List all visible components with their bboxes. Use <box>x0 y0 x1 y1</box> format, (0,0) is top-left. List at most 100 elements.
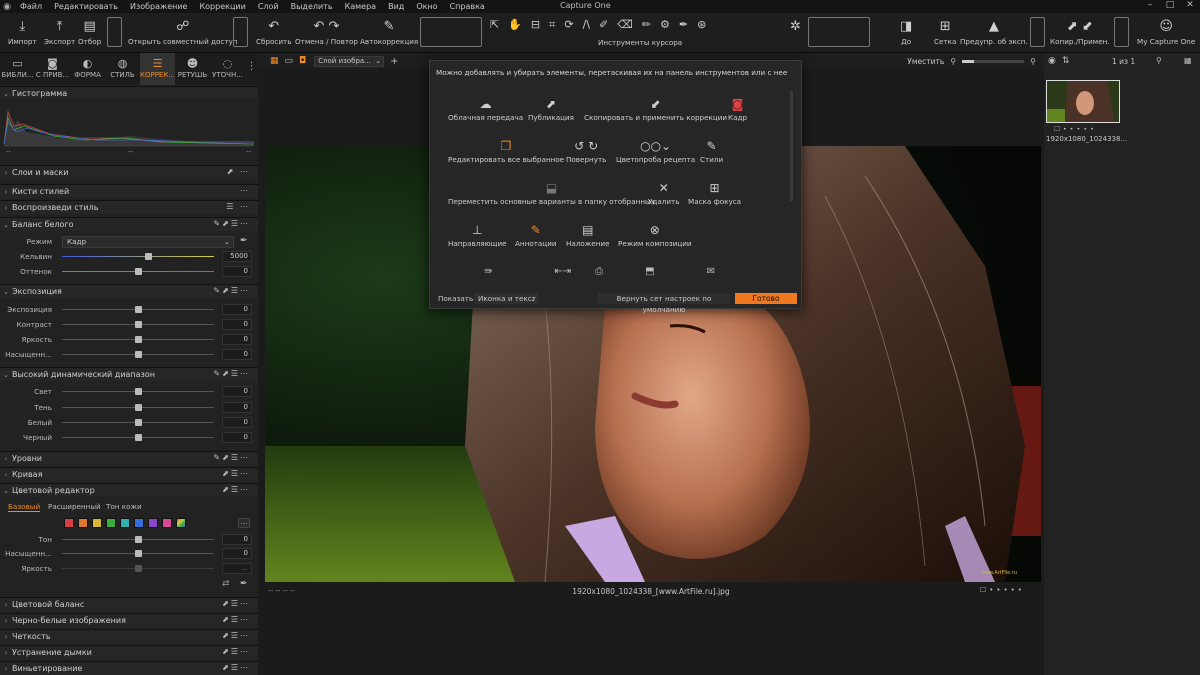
copy-apply-button[interactable]: ⬈ ⬋ Копир./Примен. <box>1050 17 1110 46</box>
highlights-value[interactable]: 0 <box>222 386 252 397</box>
shadows-value[interactable]: 0 <box>222 402 252 413</box>
section-vignette[interactable]: › Виньетирование ⬈☰⋯ <box>0 661 258 675</box>
section-actions-icon[interactable]: ✎⬈☰⋯ <box>213 219 250 228</box>
brush-icon[interactable]: ✏ <box>642 18 651 32</box>
item-styles[interactable]: ✎ Стили <box>700 137 723 164</box>
kelvin-value[interactable]: 5000 <box>222 251 252 262</box>
item-rotate[interactable]: ↺ ↻ Повернуть <box>566 137 606 164</box>
item-annotations[interactable]: ✎ Аннотации <box>515 221 557 248</box>
picker-icon[interactable]: ✒ <box>240 579 248 589</box>
search-icon[interactable]: ⚲ <box>1156 56 1162 65</box>
exposure-value[interactable]: 0 <box>222 304 252 315</box>
eyedropper-icon[interactable]: ✒ <box>679 18 688 32</box>
section-actions-icon[interactable]: ⬈☰⋯ <box>222 615 250 624</box>
section-replay-style[interactable]: › Воспроизведи стиль ☰ ⋯ <box>0 200 258 214</box>
tab-refine[interactable]: ◌ УТОЧН... <box>210 53 245 85</box>
tab-skin-tone[interactable]: Тон кожи <box>106 502 142 511</box>
wb-mode-select[interactable]: Кадр ⌄ <box>62 236 234 248</box>
white-value[interactable]: 0 <box>222 417 252 428</box>
slider-knob[interactable] <box>135 536 142 543</box>
section-color-editor[interactable]: ⌄ Цветовой редактор ⬈☰⋯ <box>0 483 258 497</box>
before-button[interactable]: ◨ До <box>900 17 912 46</box>
slider-knob[interactable] <box>135 434 142 441</box>
compare-view-icon[interactable]: ◘ <box>299 56 306 66</box>
crop-icon[interactable]: ⌗ <box>549 18 555 32</box>
slider-knob[interactable] <box>135 419 142 426</box>
section-actions-icon[interactable]: ✎⬈☰⋯ <box>213 286 250 295</box>
item-overlay[interactable]: ▤ Наложение <box>566 221 610 248</box>
minimize-icon[interactable]: – <box>1140 0 1160 10</box>
item-move-variants[interactable]: ⬓ Переместить основные варианты в папку о… <box>448 179 655 206</box>
tab-capture[interactable]: ◙ С ПРИВ... <box>35 53 70 85</box>
menu-help[interactable]: Справка <box>444 2 491 11</box>
tab-library[interactable]: ▭ БИБЛИ... <box>0 53 35 85</box>
slider-knob[interactable] <box>135 404 142 411</box>
color-wheel-icon[interactable] <box>176 518 186 528</box>
mail-icon[interactable]: ✉ <box>707 266 715 277</box>
export-button[interactable]: ⤒ Экспорт <box>44 17 75 46</box>
section-exposure[interactable]: ⌄ Экспозиция ✎⬈☰⋯ <box>0 284 258 298</box>
kelvin-knob[interactable] <box>145 253 152 260</box>
autocorrect-button[interactable]: ✎ Автокоррекция <box>360 17 418 46</box>
single-view-icon[interactable]: ▭ <box>285 56 294 66</box>
slider-knob[interactable] <box>135 306 142 313</box>
item-guides[interactable]: ⊥ Направляющие <box>448 221 507 248</box>
slider-knob[interactable] <box>135 550 142 557</box>
section-dehaze[interactable]: › Устранение дымки ⬈☰⋯ <box>0 645 258 659</box>
section-actions-icon[interactable]: ⬈☰⋯ <box>222 663 250 672</box>
eraser-icon[interactable]: ⌫ <box>617 18 633 32</box>
section-curve[interactable]: › Кривая ⬈☰⋯ <box>0 467 258 481</box>
color-swatch[interactable] <box>162 518 172 528</box>
item-frame[interactable]: ◙ Кадр <box>728 95 747 122</box>
exposure-warning-button[interactable]: ▲ Предупр. об эксп. <box>960 17 1028 46</box>
more-icon[interactable]: ... <box>238 518 250 528</box>
black-value[interactable]: 0 <box>222 432 252 443</box>
hand-icon[interactable]: ✋ <box>508 18 522 32</box>
thumbnail-rating-icon[interactable]: ☐••••• <box>1054 125 1097 133</box>
section-actions-icon[interactable]: ⬈☰⋯ <box>222 647 250 656</box>
select-button[interactable]: ▤ Отбор <box>78 17 101 46</box>
item-cloud-upload[interactable]: ☁ Облачная передача <box>448 95 523 122</box>
color-lightness-value[interactable]: ... <box>222 563 252 574</box>
reset-defaults-button[interactable]: Вернуть сет настроек по умолчанию <box>598 293 730 314</box>
hue-value[interactable]: 0 <box>222 534 252 545</box>
section-actions-icon[interactable]: ⬈☰⋯ <box>222 599 250 608</box>
sort-icon[interactable]: ⇅ <box>1062 56 1070 66</box>
color-swatch[interactable] <box>92 518 102 528</box>
heal-icon[interactable]: ⊛ <box>697 18 706 32</box>
picker-icon[interactable]: ✐ <box>599 18 608 32</box>
item-publish[interactable]: ⬈ Публикация <box>528 95 574 122</box>
section-clarity[interactable]: › Четкость ⬈☰⋯ <box>0 629 258 643</box>
color-saturation-value[interactable]: 0 <box>222 548 252 559</box>
section-hdr[interactable]: ⌄ Высокий динамический диапазон ✎⬈☰⋯ <box>0 367 258 381</box>
item-partial-icon[interactable]: ⇛ <box>484 266 492 277</box>
section-actions-icon[interactable]: ⬈ ⋯ <box>227 167 250 176</box>
close-icon[interactable]: ✕ <box>1180 0 1200 10</box>
show-select[interactable]: Иконка и текст ⌄ <box>474 293 538 304</box>
print-icon[interactable]: ⎙ <box>595 266 603 277</box>
tab-color-basic[interactable]: Базовый <box>8 502 41 512</box>
section-actions-icon[interactable]: ✎⬈☰⋯ <box>213 369 250 378</box>
kelvin-slider[interactable] <box>62 256 214 257</box>
slider-knob[interactable] <box>135 321 142 328</box>
section-actions-icon[interactable]: ✎⬈☰⋯ <box>213 453 250 462</box>
tab-adjustments[interactable]: ☰ КОРРЕК... <box>140 53 175 85</box>
section-actions-icon[interactable]: ☰ ⋯ <box>226 202 250 211</box>
item-partial-icon[interactable]: ⬒ <box>645 266 654 277</box>
grid-icon[interactable]: ▦ <box>1184 56 1192 65</box>
more-tabs-icon[interactable]: ⋮ <box>245 53 258 85</box>
shared-access-button[interactable]: ☍ Открыть совместный доступ <box>128 17 238 46</box>
grid-button[interactable]: ⊞ Сетка <box>934 17 956 46</box>
slider-knob[interactable] <box>135 565 142 572</box>
contrast-value[interactable]: 0 <box>222 319 252 330</box>
thumbnail[interactable] <box>1046 80 1120 123</box>
slider-knob[interactable] <box>135 351 142 358</box>
maximize-icon[interactable]: □ <box>1160 0 1180 10</box>
section-bw[interactable]: › Черно-белые изображения ⬈☰⋯ <box>0 613 258 627</box>
slider-knob[interactable] <box>135 336 142 343</box>
reset-button[interactable]: ↶ Сбросить <box>256 17 291 46</box>
menu-view[interactable]: Вид <box>382 2 410 11</box>
layer-select[interactable]: Слой изобра... ⌄ <box>314 55 385 67</box>
settings-button[interactable]: ✲ <box>790 17 801 37</box>
item-partial-icon[interactable]: ⇤⇥ <box>554 266 571 277</box>
